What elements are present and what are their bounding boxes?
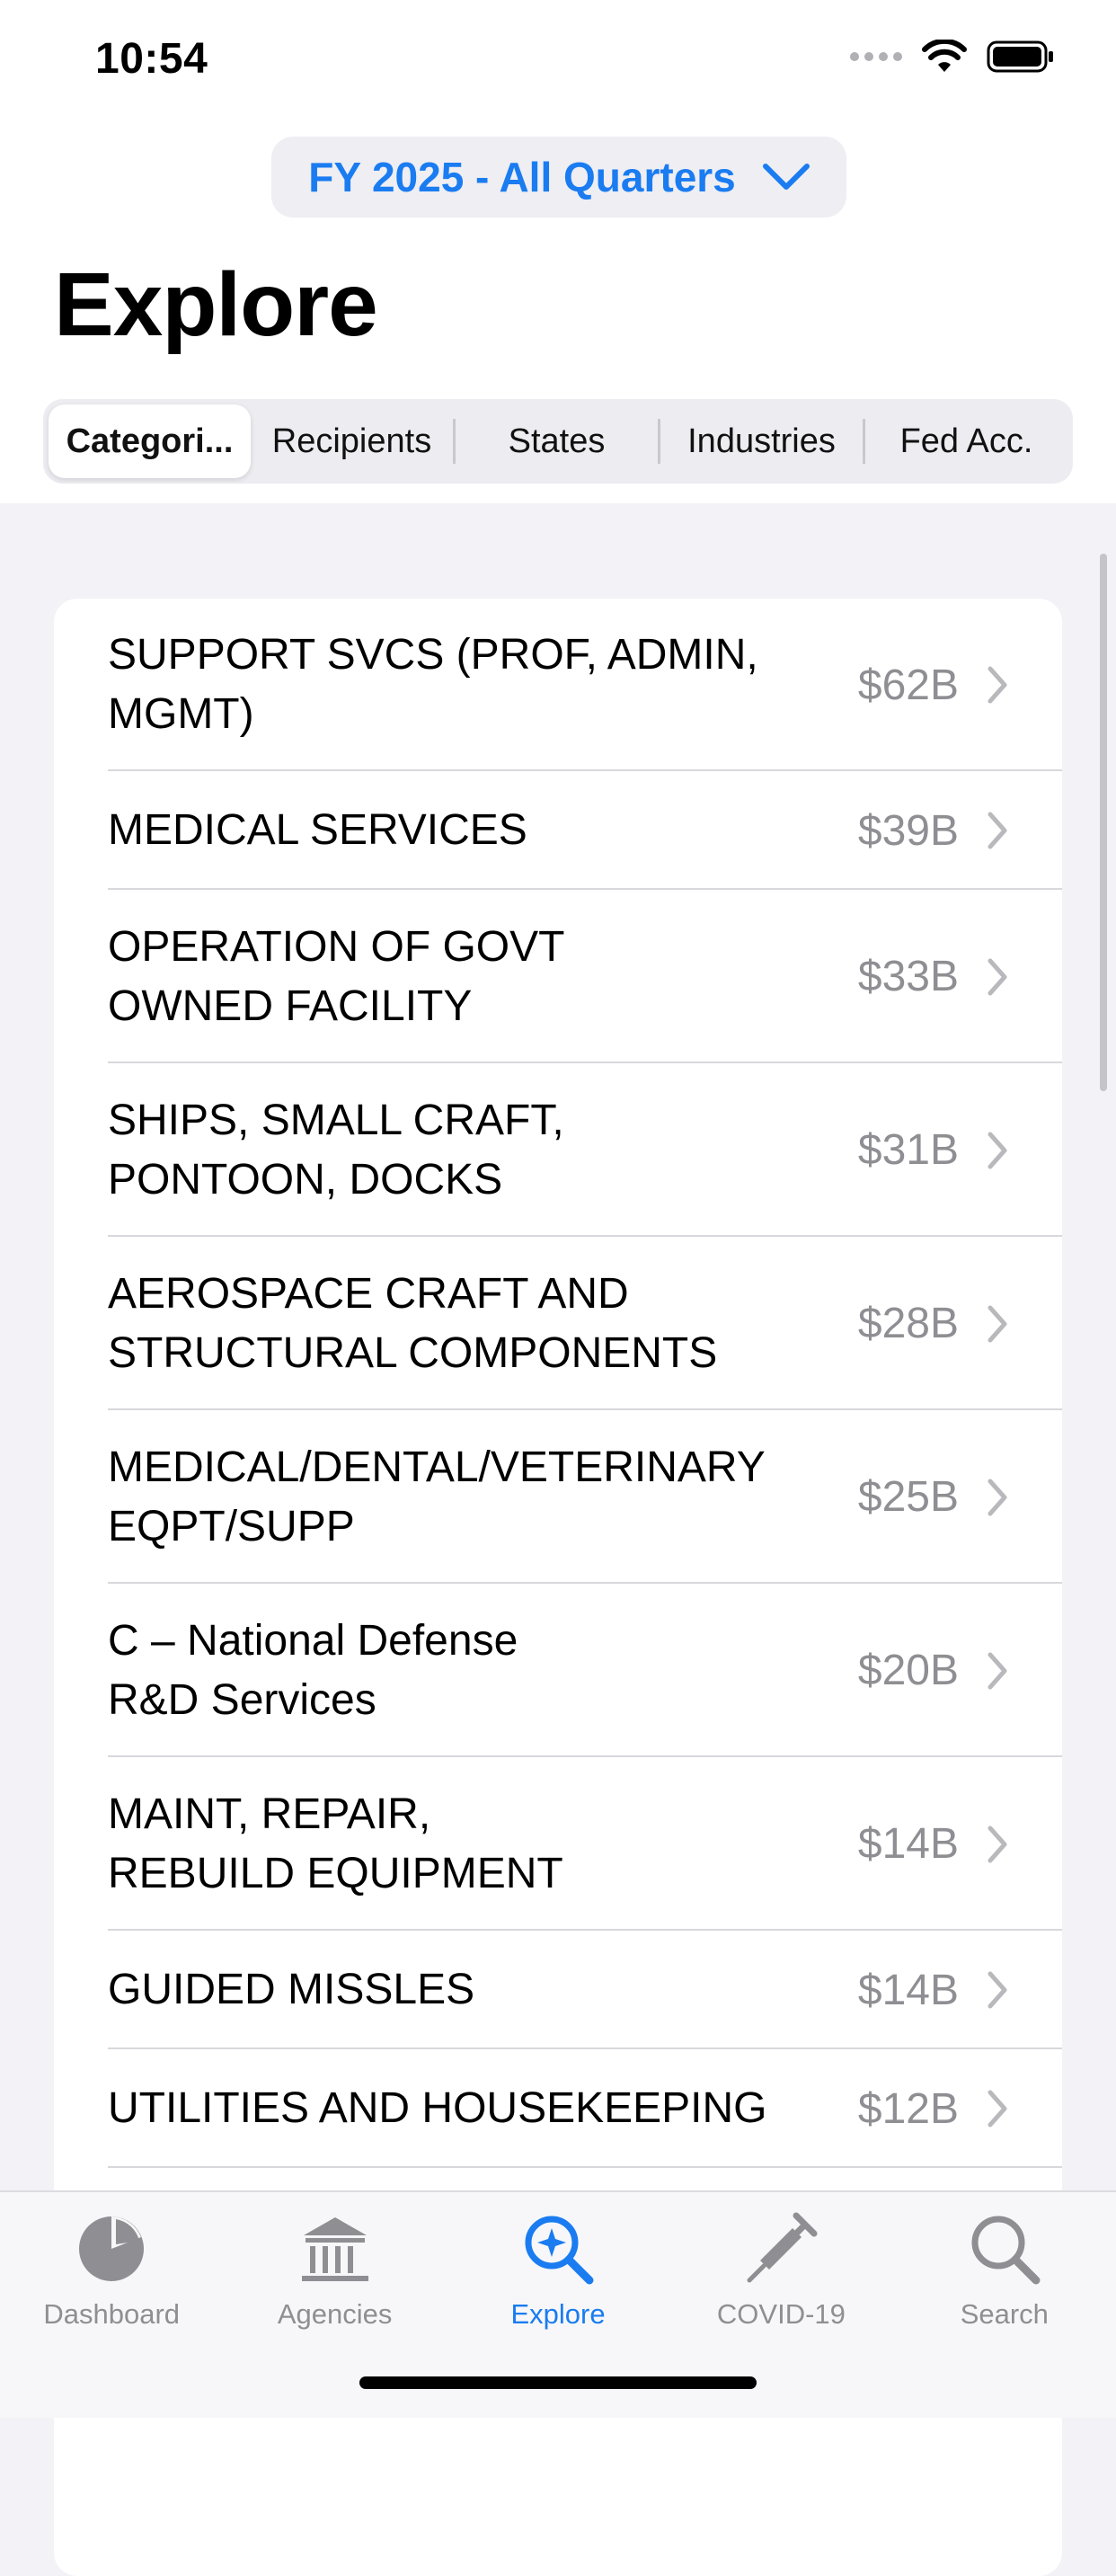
period-selector-label: FY 2025 - All Quarters: [308, 154, 736, 200]
category-amount: $31B: [857, 1126, 959, 1174]
header-area: 10:54 FY 2025 - All Quarters Explore Cat…: [0, 0, 1116, 503]
category-label: OPERATION OF GOVT OWNED FACILITY: [108, 922, 564, 1030]
home-indicator[interactable]: [359, 2376, 757, 2389]
syringe-icon: [747, 2212, 818, 2283]
category-label: MEDICAL/DENTAL/VETERINARY EQPT/SUPP: [108, 1443, 765, 1550]
tab-label: Search: [960, 2298, 1049, 2330]
segment-industries[interactable]: Industries: [660, 404, 863, 478]
category-label: C – National Defense R&D Services: [108, 1616, 518, 1724]
category-label: SUPPORT SVCS (PROF, ADMIN, MGMT): [108, 631, 758, 738]
chevron-right-icon: [988, 2090, 1007, 2127]
chevron-down-icon: [762, 164, 810, 190]
tab-search[interactable]: Search: [893, 2192, 1116, 2418]
category-amount: $25B: [857, 1473, 959, 1521]
cellular-signal-icon: [850, 52, 902, 61]
search-icon: [971, 2216, 1041, 2285]
category-amount: $14B: [857, 1966, 959, 2014]
list-item[interactable]: MEDICAL SERVICES $39B: [54, 771, 1062, 890]
chevron-right-icon: [988, 1971, 1007, 2009]
segment-fed-acc[interactable]: Fed Acc.: [865, 404, 1067, 478]
segment-recipients[interactable]: Recipients: [251, 404, 453, 478]
chevron-right-icon: [988, 666, 1007, 704]
wifi-icon: [922, 40, 967, 72]
list-item[interactable]: AEROSPACE CRAFT AND STRUCTURAL COMPONENT…: [54, 1237, 1062, 1410]
category-amount: $28B: [857, 1300, 959, 1347]
category-label: GUIDED MISSLES: [108, 1966, 475, 2013]
category-amount: $20B: [857, 1647, 959, 1694]
chevron-right-icon: [988, 1652, 1007, 1689]
list-item[interactable]: UTILITIES AND HOUSEKEEPING $12B: [54, 2049, 1062, 2168]
list-item[interactable]: MEDICAL/DENTAL/VETERINARY EQPT/SUPP $25B: [54, 1410, 1062, 1584]
magnify-sparkle-icon: [525, 2216, 594, 2285]
list-item[interactable]: SUPPORT SVCS (PROF, ADMIN, MGMT) $62B: [54, 599, 1062, 771]
list-item[interactable]: GUIDED MISSLES $14B: [54, 1931, 1062, 2049]
status-time: 10:54: [95, 35, 208, 83]
battery-icon: [987, 40, 1053, 73]
page-title: Explore: [54, 254, 378, 355]
category-amount: $62B: [857, 661, 959, 709]
category-label: AEROSPACE CRAFT AND STRUCTURAL COMPONENT…: [108, 1269, 718, 1377]
category-label: MAINT, REPAIR, REBUILD EQUIPMENT: [108, 1790, 563, 1897]
chevron-right-icon: [988, 1132, 1007, 1168]
tab-label: Dashboard: [43, 2298, 181, 2330]
chevron-right-icon: [988, 958, 1007, 995]
period-selector-button[interactable]: FY 2025 - All Quarters: [271, 137, 846, 218]
tab-label: Agencies: [277, 2298, 393, 2330]
category-amount: $14B: [857, 1820, 959, 1868]
segment-categories[interactable]: Categori...: [49, 404, 251, 478]
category-label: MEDICAL SERVICES: [108, 806, 527, 854]
scrollbar[interactable]: [1100, 554, 1107, 1091]
list-item[interactable]: MAINT, REPAIR, REBUILD EQUIPMENT $14B: [54, 1757, 1062, 1931]
chevron-right-icon: [988, 812, 1007, 849]
pie-chart-icon: [79, 2216, 145, 2281]
list-item[interactable]: SHIPS, SMALL CRAFT, PONTOON, DOCKS $31B: [54, 1063, 1062, 1237]
category-label: UTILITIES AND HOUSEKEEPING: [108, 2084, 767, 2132]
segment-states[interactable]: States: [456, 404, 658, 478]
category-segmented-control: Categori... Recipients States Industries…: [43, 399, 1073, 484]
category-amount: $12B: [857, 2084, 959, 2133]
chevron-right-icon: [988, 1479, 1007, 1515]
status-icons: [850, 40, 1055, 74]
tab-dashboard[interactable]: Dashboard: [0, 2192, 223, 2418]
tab-label: Explore: [510, 2298, 606, 2330]
category-label: SHIPS, SMALL CRAFT, PONTOON, DOCKS: [108, 1096, 564, 1204]
category-amount: $33B: [857, 953, 959, 1000]
chevron-right-icon: [988, 1305, 1007, 1342]
building-columns-icon: [301, 2217, 368, 2281]
list-item[interactable]: C – National Defense R&D Services $20B: [54, 1584, 1062, 1757]
category-amount: $39B: [857, 806, 959, 855]
list-item[interactable]: OPERATION OF GOVT OWNED FACILITY $33B: [54, 890, 1062, 1063]
tab-label: COVID-19: [716, 2298, 846, 2330]
chevron-right-icon: [988, 1825, 1007, 1862]
